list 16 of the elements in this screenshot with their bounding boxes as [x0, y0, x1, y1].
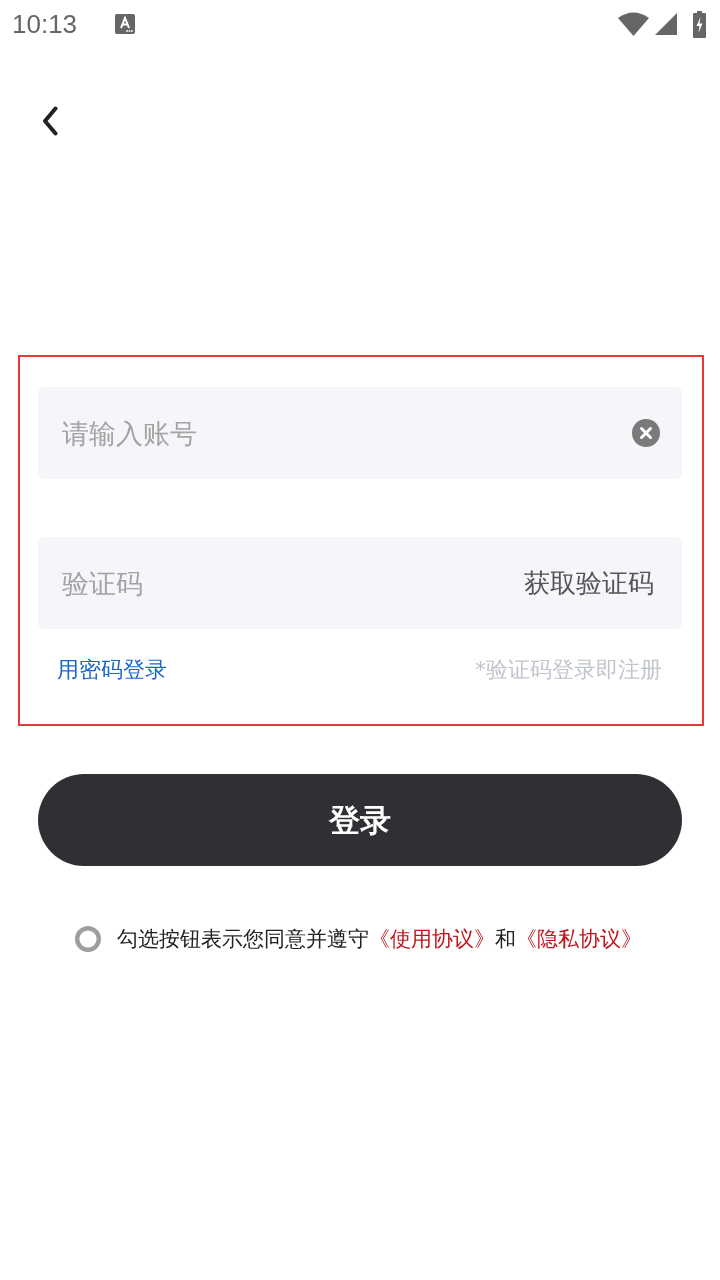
- agreement-text: 勾选按钮表示您同意并遵守《使用协议》和《隐私协议》: [117, 926, 642, 953]
- get-code-button[interactable]: 获取验证码: [524, 561, 654, 605]
- agreement-link[interactable]: 《隐私协议》: [516, 927, 642, 951]
- login-button[interactable]: 登录: [38, 774, 682, 866]
- battery-charging-icon: [693, 10, 706, 38]
- keyboard-notification-icon: [115, 14, 136, 34]
- back-chevron-icon: [42, 106, 58, 136]
- signal-icon: [655, 13, 677, 35]
- account-input-field[interactable]: 请输入账号: [38, 387, 682, 479]
- agreement-link[interactable]: 《使用协议》: [369, 927, 495, 951]
- password-login-link[interactable]: 用密码登录: [57, 653, 167, 686]
- clear-icon[interactable]: [632, 419, 660, 447]
- agreement-radio-icon[interactable]: [75, 926, 101, 953]
- status-time: 10:13: [12, 11, 78, 37]
- wifi-icon: [618, 12, 649, 36]
- register-note: *验证码登录即注册: [475, 656, 662, 684]
